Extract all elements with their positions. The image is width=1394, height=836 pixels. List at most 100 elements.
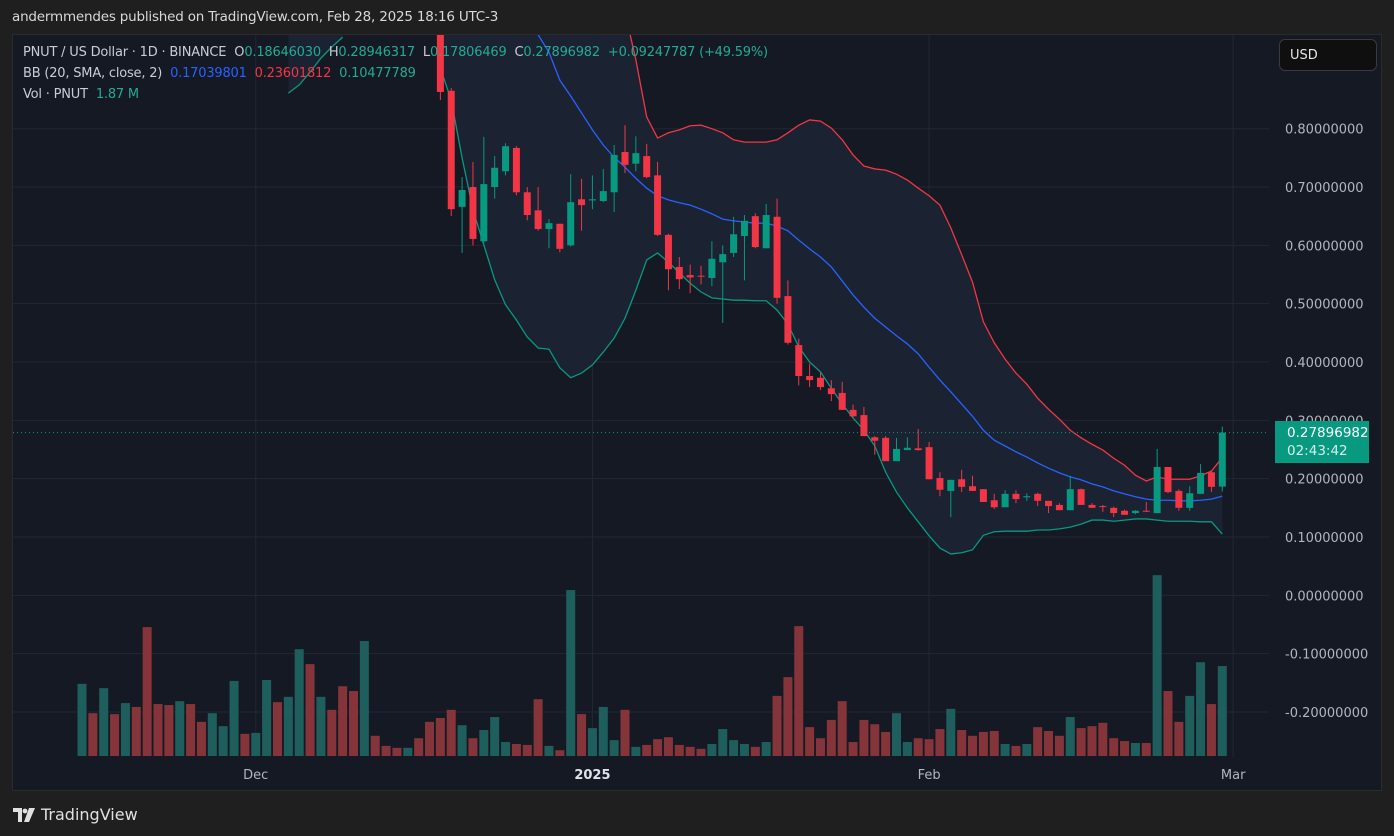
volume-bar xyxy=(750,746,760,756)
volume-bar xyxy=(1206,704,1216,756)
candle-body xyxy=(588,199,596,201)
volume-bar xyxy=(1152,575,1162,756)
volume-legend[interactable]: Vol · PNUT 1.87 M xyxy=(23,87,143,102)
volume-bar xyxy=(403,747,413,756)
volume-bar xyxy=(815,738,825,756)
volume-bar xyxy=(598,706,608,756)
candle-body xyxy=(1131,510,1139,514)
tradingview-logo[interactable]: TradingView xyxy=(13,805,138,824)
time-tick-label: 2025 xyxy=(574,768,610,783)
candle-body xyxy=(730,234,738,253)
candle-body xyxy=(1088,504,1096,508)
candle-body xyxy=(1077,489,1085,505)
volume-label[interactable]: Vol · PNUT xyxy=(23,87,88,102)
volume-bar xyxy=(1185,695,1195,756)
volume-bar xyxy=(685,746,695,756)
volume-bar xyxy=(946,708,956,756)
price-tick-label: 0.70000000 xyxy=(1285,181,1364,196)
price-tick-label: 0.60000000 xyxy=(1285,239,1364,254)
volume-bar xyxy=(186,704,196,756)
volume-bar xyxy=(533,699,543,756)
bb-label[interactable]: BB (20, SMA, close, 2) xyxy=(23,66,162,81)
volume-bar xyxy=(577,714,587,756)
volume-bar xyxy=(1000,743,1010,756)
candle-body xyxy=(654,175,662,235)
candle-body xyxy=(1055,504,1063,511)
volume-bar xyxy=(229,680,239,756)
candle-body xyxy=(1207,472,1215,487)
candlestick-chart[interactable]: 0.80000000 0.70000000 0.60000000 0.50000000… xyxy=(0,0,1394,836)
low-label: L xyxy=(422,45,430,60)
volume-bar xyxy=(1130,743,1140,756)
bb-legend[interactable]: BB (20, SMA, close, 2) 0.17039801 0.2360… xyxy=(23,66,420,81)
candle-body xyxy=(447,90,455,210)
volume-bar xyxy=(663,737,673,756)
candle-body xyxy=(1164,467,1172,493)
volume-bar xyxy=(968,735,978,756)
candle-body xyxy=(773,216,781,298)
candle-body xyxy=(990,500,998,508)
candle-body xyxy=(502,146,510,172)
candle-body xyxy=(556,223,564,249)
volume-bar xyxy=(729,740,739,756)
candle-body xyxy=(1066,489,1074,511)
candle-body xyxy=(632,153,640,164)
volume-bar xyxy=(1033,727,1043,756)
bb-band-area xyxy=(288,35,1223,554)
time-tick-label: Feb xyxy=(918,768,941,783)
volume-bar xyxy=(924,739,934,756)
volume-bar xyxy=(1217,666,1227,756)
volume-bar xyxy=(251,732,261,756)
candle-body xyxy=(969,486,977,491)
volume-bar xyxy=(468,738,478,756)
candle-body xyxy=(708,258,716,279)
volume-bar xyxy=(696,748,706,756)
volume-bar xyxy=(338,686,348,756)
volume-bar xyxy=(414,738,424,756)
symbol-legend[interactable]: PNUT / US Dollar · 1D · BINANCE O0.18646… xyxy=(23,45,772,60)
volume-bar xyxy=(783,677,793,756)
candle-body xyxy=(578,199,586,206)
price-tick-label: 0.20000000 xyxy=(1285,473,1364,488)
volume-bar xyxy=(349,691,358,756)
candle-body xyxy=(1142,510,1150,512)
volume-bar xyxy=(566,590,576,756)
candle-body xyxy=(762,215,770,249)
volume-bar xyxy=(1065,717,1075,756)
volume-bar xyxy=(902,742,912,756)
volume-bar xyxy=(544,745,554,756)
volume-bar xyxy=(511,743,521,756)
volume-bar xyxy=(175,701,185,756)
candle-body xyxy=(610,154,618,193)
volume-bar xyxy=(142,627,152,756)
volume-bar xyxy=(1098,722,1108,756)
symbol-title[interactable]: PNUT / US Dollar · 1D · BINANCE xyxy=(23,45,227,60)
tradingview-logo-icon xyxy=(13,807,35,822)
volume-bar xyxy=(294,649,304,756)
price-tick-label: -0.20000000 xyxy=(1285,706,1368,721)
candle-body xyxy=(882,437,890,462)
volume-bars xyxy=(77,575,1227,756)
volume-bar xyxy=(370,735,380,756)
last-price-label: 0.27896982 02:43:42 xyxy=(1275,421,1369,463)
volume-bar xyxy=(739,743,749,756)
candle-body xyxy=(903,447,911,451)
volume-bar xyxy=(881,731,891,756)
volume-bar xyxy=(490,717,500,756)
low-value: 0.17806469 xyxy=(429,45,507,60)
volume-bar xyxy=(892,713,901,756)
volume-bar xyxy=(1044,730,1054,756)
volume-bar xyxy=(772,695,782,756)
tradingview-wordmark: TradingView xyxy=(41,805,138,824)
candle-body xyxy=(979,489,987,503)
price-tick-label: 0.80000000 xyxy=(1285,123,1364,138)
currency-button[interactable]: USD xyxy=(1279,39,1377,71)
candle-body xyxy=(523,192,531,216)
candle-body xyxy=(958,479,966,487)
candle-body xyxy=(947,479,955,491)
volume-bar xyxy=(120,703,130,756)
candle-body xyxy=(1023,496,1031,498)
time-axis: Dec 2025 Feb Mar xyxy=(243,768,1246,783)
volume-bar xyxy=(609,740,619,756)
price-tick-label: 0.40000000 xyxy=(1285,356,1364,371)
